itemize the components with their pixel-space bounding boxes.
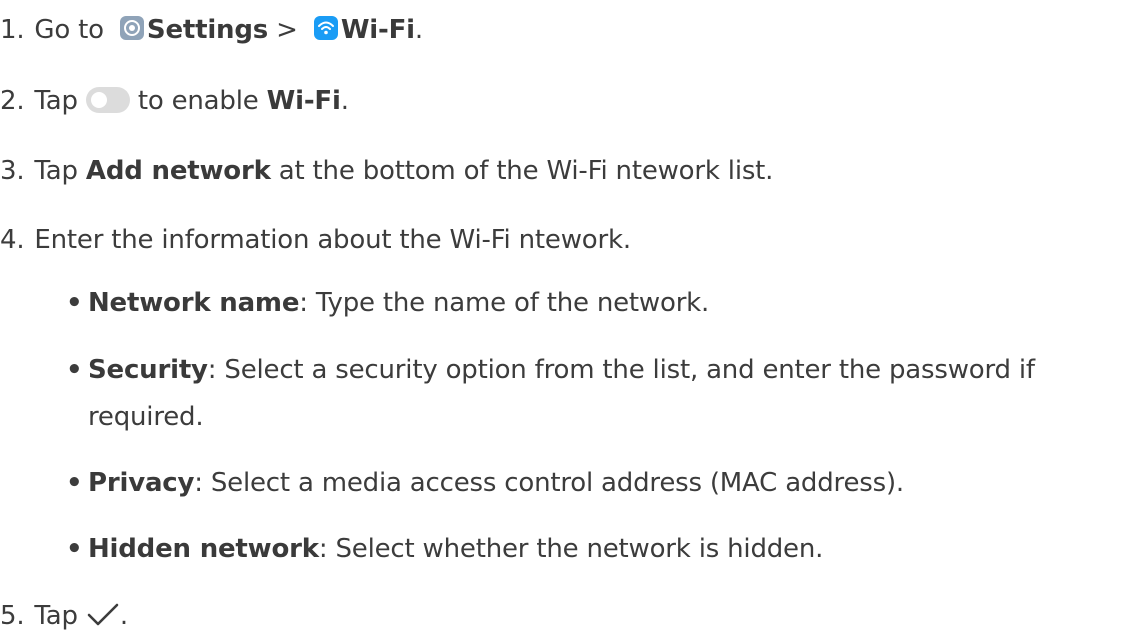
wifi-label: Wi-Fi	[340, 15, 415, 45]
bullet-desc: : Select whether the network is hidden.	[318, 534, 824, 564]
step-number: 3.	[0, 156, 25, 186]
bullet-term: Security	[88, 355, 208, 385]
step-text: Tap	[34, 86, 78, 116]
path-separator: >	[276, 15, 298, 45]
bullet-security: • Security: Select a security option from…	[66, 353, 1035, 387]
step-text: Tap	[34, 601, 78, 631]
checkmark-icon	[87, 603, 119, 626]
step-text: to enable	[137, 86, 259, 116]
step-4: 4. Enter the information about the Wi-Fi …	[0, 223, 631, 257]
bullet-hidden-network: • Hidden network: Select whether the netw…	[66, 532, 823, 566]
step-number: 2.	[0, 86, 25, 116]
bullet-point: •	[66, 288, 83, 318]
step-3: 3. Tap Add network at the bottom of the W…	[0, 154, 773, 188]
wifi-label: Wi-Fi	[266, 86, 341, 116]
bullet-term: Privacy	[88, 468, 195, 498]
step-number: 5.	[0, 601, 25, 631]
bullet-privacy: • Privacy: Select a media access control …	[66, 466, 904, 500]
settings-label: Settings	[146, 15, 269, 45]
bullet-term: Network name	[88, 288, 300, 318]
period: .	[340, 86, 349, 116]
bullet-network-name: • Network name: Type the name of the netw…	[66, 286, 709, 320]
bullet-security-continuation: required.	[88, 402, 204, 432]
bullet-point: •	[66, 468, 83, 498]
bullet-desc: : Type the name of the network.	[299, 288, 710, 318]
step-number: 1.	[0, 15, 25, 45]
bullet-point: •	[66, 534, 83, 564]
step-2: 2. Tap to enable Wi-Fi.	[0, 84, 349, 118]
bullet-desc: : Select a security option from the list…	[207, 355, 1035, 385]
step-1: 1. Go to Settings > Wi-Fi.	[0, 13, 423, 47]
wifi-icon	[313, 16, 338, 40]
step-text: Enter the information about the Wi-Fi nt…	[34, 225, 631, 255]
bullet-term: Hidden network	[88, 534, 319, 564]
period: .	[414, 15, 423, 45]
toggle-switch-icon	[85, 87, 130, 113]
step-text: Go to	[34, 15, 104, 45]
add-network-label: Add network	[85, 156, 271, 186]
step-number: 4.	[0, 225, 25, 255]
bullet-desc: : Select a media access control address …	[194, 468, 904, 498]
bullet-point: •	[66, 355, 83, 385]
settings-gear-icon	[119, 16, 144, 40]
step-text: Tap	[34, 156, 78, 186]
period: .	[119, 601, 128, 631]
step-5: 5. Tap .	[0, 599, 128, 633]
step-text: at the bottom of the Wi-Fi ntework list.	[278, 156, 774, 186]
